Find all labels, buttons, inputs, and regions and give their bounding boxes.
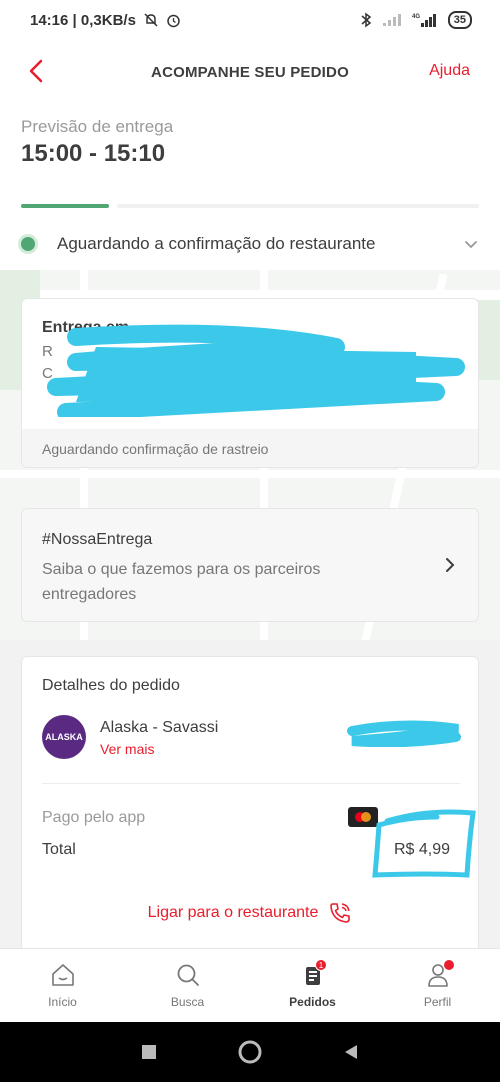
bottom-navigation: Início Busca 1 Pedidos Perfil	[0, 948, 500, 1022]
alarm-icon	[167, 14, 180, 27]
nav-label-home: Início	[48, 995, 77, 1009]
home-button-icon[interactable]	[237, 1039, 263, 1065]
store-logo-text: ALASKA	[45, 732, 83, 742]
nav-item-search[interactable]: Busca	[125, 949, 250, 1022]
store-logo: ALASKA	[42, 715, 86, 759]
order-details-card: Detalhes do pedido ALASKA Alaska - Savas…	[21, 656, 479, 956]
page-title: ACOMPANHE SEU PEDIDO	[151, 63, 349, 81]
delivery-forecast-label: Previsão de entrega	[21, 117, 174, 136]
order-status-row[interactable]: Aguardando a confirmação do restaurante	[21, 228, 479, 260]
nossa-entrega-card[interactable]: #NossaEntrega Saiba o que fazemos para o…	[21, 508, 479, 622]
profile-badge	[443, 959, 455, 971]
help-link[interactable]: Ajuda	[429, 62, 470, 80]
nav-item-orders[interactable]: 1 Pedidos	[250, 949, 375, 1022]
signal-weak-icon	[382, 14, 401, 26]
divider	[42, 783, 460, 784]
back-button-icon[interactable]	[342, 1043, 360, 1061]
order-progress-bar	[21, 204, 479, 208]
mute-icon	[144, 13, 158, 27]
payment-method-label: Pago pelo app	[42, 809, 146, 826]
nossa-entrega-description: Saiba o que fazemos para os parceiros en…	[42, 561, 321, 603]
svg-text:4G: 4G	[412, 14, 420, 20]
nav-label-profile: Perfil	[423, 995, 452, 1009]
signal-4g-icon: 4G	[412, 14, 436, 27]
chevron-right-icon	[446, 558, 455, 572]
status-dot-icon	[21, 237, 35, 251]
progress-done-segment	[21, 204, 109, 208]
nav-label-orders: Pedidos	[289, 995, 336, 1009]
system-navigation-bar	[0, 1022, 500, 1082]
status-time: 14:16 | 0,3KB/s	[30, 11, 136, 29]
home-icon	[51, 964, 74, 986]
nossa-entrega-title: #NossaEntrega	[42, 531, 153, 548]
battery-indicator: 35	[447, 11, 472, 29]
status-left: 14:16 | 0,3KB/s	[30, 12, 181, 29]
map-road	[0, 470, 500, 478]
store-name: Alaska - Savassi	[100, 719, 219, 736]
orders-badge: 1	[315, 959, 327, 971]
redaction-scribble	[47, 324, 465, 417]
highlight-scribble	[372, 809, 476, 878]
order-status-text: Aguardando a confirmação do restaurante	[57, 234, 376, 253]
chevron-down-icon[interactable]	[463, 236, 479, 252]
nav-item-home[interactable]: Início	[0, 949, 125, 1022]
search-icon	[177, 964, 199, 986]
nav-label-search: Busca	[170, 995, 205, 1009]
bluetooth-icon	[361, 12, 371, 28]
total-label: Total	[42, 841, 76, 858]
status-bar: 14:16 | 0,3KB/s 4G 35	[0, 0, 500, 40]
call-restaurant-button[interactable]: Ligar para o restaurante	[22, 901, 478, 925]
phone-icon	[330, 903, 351, 923]
delivery-address-card: Entrega em R C Aguardando confirmação de…	[21, 298, 479, 468]
top-header: ACOMPANHE SEU PEDIDO Ajuda	[0, 50, 500, 94]
order-details-title: Detalhes do pedido	[42, 677, 180, 694]
progress-remaining-segment	[117, 204, 479, 208]
back-arrow-icon[interactable]	[22, 56, 52, 86]
nav-item-profile[interactable]: Perfil	[375, 949, 500, 1022]
delivery-forecast-time: 15:00 - 15:10	[21, 140, 166, 167]
tracking-status: Aguardando confirmação de rastreio	[22, 429, 478, 467]
call-restaurant-label: Ligar para o restaurante	[147, 904, 319, 921]
recent-apps-icon[interactable]	[140, 1043, 158, 1061]
status-right: 4G 35	[360, 11, 472, 29]
see-more-link[interactable]: Ver mais	[100, 741, 154, 757]
redaction-scribble	[347, 720, 461, 747]
